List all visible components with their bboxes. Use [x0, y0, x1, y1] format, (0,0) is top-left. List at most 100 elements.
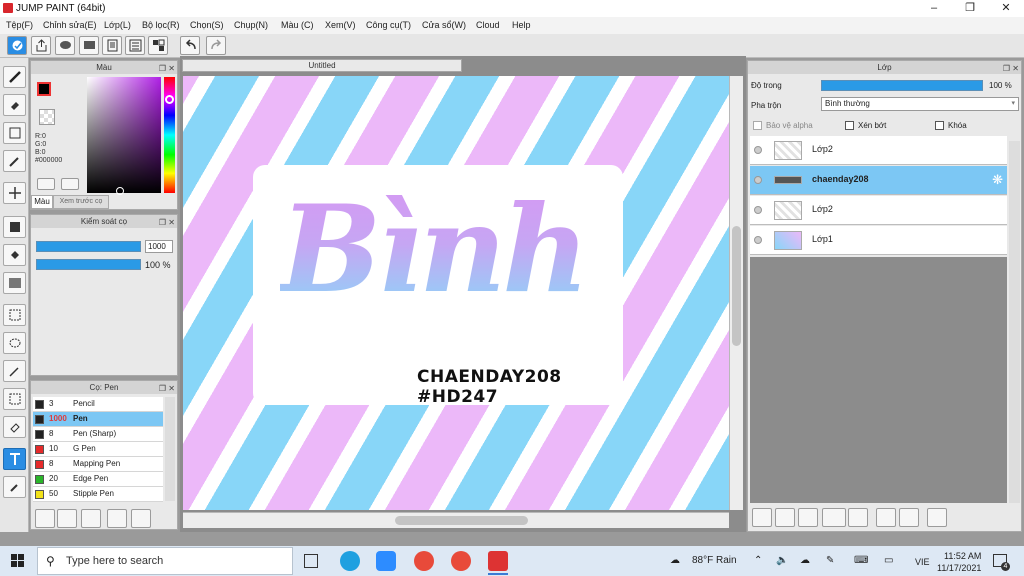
eraser-tool-icon[interactable]	[3, 94, 26, 116]
list-item[interactable]: 20 Edge Pen	[33, 472, 163, 487]
document-icon[interactable]	[102, 36, 122, 55]
weather-text[interactable]: 88°F Rain	[692, 555, 737, 566]
list-item[interactable]: 3 Pencil	[33, 397, 163, 412]
visibility-icon[interactable]	[754, 206, 762, 214]
volume-icon[interactable]: 🔈	[776, 555, 788, 566]
brush-menu-icon[interactable]	[81, 509, 101, 528]
canvas-vertical-scrollbar[interactable]	[729, 76, 743, 510]
new-layer-icon[interactable]	[752, 508, 772, 527]
grid-icon[interactable]	[148, 36, 168, 55]
lock-checkbox[interactable]	[935, 121, 944, 130]
visibility-icon[interactable]	[754, 236, 762, 244]
redo-icon[interactable]	[206, 36, 226, 55]
display-icon[interactable]: ▭	[884, 555, 893, 566]
fill-rect-icon[interactable]	[3, 216, 26, 238]
merge-layer-icon[interactable]	[899, 508, 919, 527]
maximize-button[interactable]: ❐	[952, 0, 988, 17]
menu-file[interactable]: Tệp(F)	[6, 20, 33, 30]
magic-wand-icon[interactable]	[3, 360, 26, 382]
menu-capture[interactable]: Chụp(N)	[234, 20, 268, 30]
new-halftone-layer-icon[interactable]	[798, 508, 818, 527]
canvas-horizontal-scrollbar[interactable]	[183, 512, 729, 528]
brush-cloud-icon[interactable]	[35, 509, 55, 528]
export-icon[interactable]	[31, 36, 51, 55]
task-view-icon[interactable]	[304, 554, 318, 568]
menu-select[interactable]: Chọn(S)	[190, 20, 224, 30]
visibility-icon[interactable]	[754, 176, 762, 184]
chevron-up-icon[interactable]: ⌃	[754, 555, 762, 566]
panel-controls-icon[interactable]: ❐ ✕	[159, 62, 175, 75]
folder-icon[interactable]	[848, 508, 868, 527]
gradient-tool-icon[interactable]	[3, 272, 26, 294]
menu-layer[interactable]: Lớp(L)	[104, 20, 131, 30]
taskbar-search-box[interactable]: ⚲ Type here to search	[37, 547, 293, 575]
edge-browser-icon[interactable]	[340, 551, 360, 571]
pen-icon[interactable]: ✎	[826, 555, 834, 566]
brush-opacity-slider[interactable]	[36, 259, 141, 270]
list-item[interactable]: 50 Stipple Pen	[33, 487, 163, 502]
settings-list-icon[interactable]	[125, 36, 145, 55]
layer-row[interactable]: Lớp2	[750, 196, 1007, 225]
selection-eraser-icon[interactable]	[3, 416, 26, 438]
list-item[interactable]: 8 Mapping Pen	[33, 457, 163, 472]
clip-checkbox[interactable]	[845, 121, 854, 130]
panel-controls-icon[interactable]: ❐ ✕	[159, 216, 175, 229]
gear-icon[interactable]: ❋	[992, 172, 1003, 188]
chrome-icon[interactable]	[414, 551, 434, 571]
delete-layer-icon[interactable]	[927, 508, 947, 527]
menu-help[interactable]: Help	[512, 20, 531, 30]
layer-row[interactable]: Lớp2	[750, 136, 1007, 165]
layer-row[interactable]: Lớp1	[750, 226, 1007, 255]
alpha-protect-checkbox[interactable]	[753, 121, 762, 130]
jump-paint-taskbar-icon[interactable]	[488, 551, 508, 571]
brush-size-slider[interactable]	[36, 241, 141, 252]
sv-cursor[interactable]	[116, 187, 124, 195]
list-item[interactable]: 8 Pen (Sharp)	[33, 427, 163, 442]
language-indicator[interactable]: VIE	[915, 557, 930, 567]
select-rect-icon[interactable]	[3, 122, 26, 144]
move-tool-icon[interactable]	[3, 182, 26, 204]
menu-color[interactable]: Màu (C)	[281, 20, 314, 30]
new-raster-layer-icon[interactable]	[775, 508, 795, 527]
zoom-app-icon[interactable]	[376, 551, 396, 571]
menu-window[interactable]: Cửa sổ(W)	[422, 20, 466, 30]
comment-icon[interactable]	[55, 36, 75, 55]
clock-time[interactable]: 11:52 AM	[937, 550, 981, 562]
tab-brush-preview[interactable]: Xem trước cọ	[53, 195, 109, 209]
menu-tools[interactable]: Công cụ(T)	[366, 20, 411, 30]
keyboard-icon[interactable]: ⌨	[854, 555, 868, 566]
saturation-value-picker[interactable]	[87, 77, 161, 193]
list-item[interactable]: 1000 Pen	[33, 412, 163, 427]
duplicate-layer-icon[interactable]	[876, 508, 896, 527]
brush-settings-icon[interactable]	[107, 509, 127, 528]
pen-tool-icon[interactable]	[3, 66, 26, 88]
windows-start-icon[interactable]	[11, 554, 25, 568]
minimize-button[interactable]: –	[916, 0, 952, 17]
selection-pen-icon[interactable]	[3, 388, 26, 410]
menu-cloud[interactable]: Cloud	[476, 20, 500, 30]
weather-icon[interactable]: ☁	[670, 555, 680, 566]
tab-color[interactable]: Màu	[31, 195, 53, 209]
chrome-profile-icon[interactable]	[451, 551, 471, 571]
document-tab[interactable]: Untitled	[182, 59, 462, 72]
list-item[interactable]: 10 G Pen	[33, 442, 163, 457]
blend-mode-select[interactable]: Bình thường ▾	[821, 97, 1019, 111]
layer-list-scrollbar[interactable]	[1009, 141, 1020, 503]
hue-cursor[interactable]	[165, 95, 174, 104]
layer-row[interactable]: chaenday208 ❋	[750, 166, 1007, 195]
panel-controls-icon[interactable]: ❐ ✕	[1003, 62, 1019, 75]
visibility-icon[interactable]	[754, 146, 762, 154]
color-swap-button[interactable]	[61, 178, 79, 190]
menu-filter[interactable]: Bộ lọc(R)	[142, 20, 180, 30]
blur-tool-icon[interactable]	[3, 150, 26, 172]
cloud-save-icon[interactable]	[7, 36, 27, 55]
message-icon[interactable]	[79, 36, 99, 55]
menu-view[interactable]: Xem(V)	[325, 20, 356, 30]
brush-list-scrollbar[interactable]	[165, 397, 175, 501]
undo-icon[interactable]	[180, 36, 200, 55]
brush-size-input[interactable]: 1000	[145, 240, 173, 253]
add-layer-menu-icon[interactable]	[822, 508, 846, 527]
layer-opacity-slider[interactable]	[821, 80, 983, 91]
transparent-color-swatch[interactable]	[39, 109, 55, 125]
brush-new-icon[interactable]	[57, 509, 77, 528]
